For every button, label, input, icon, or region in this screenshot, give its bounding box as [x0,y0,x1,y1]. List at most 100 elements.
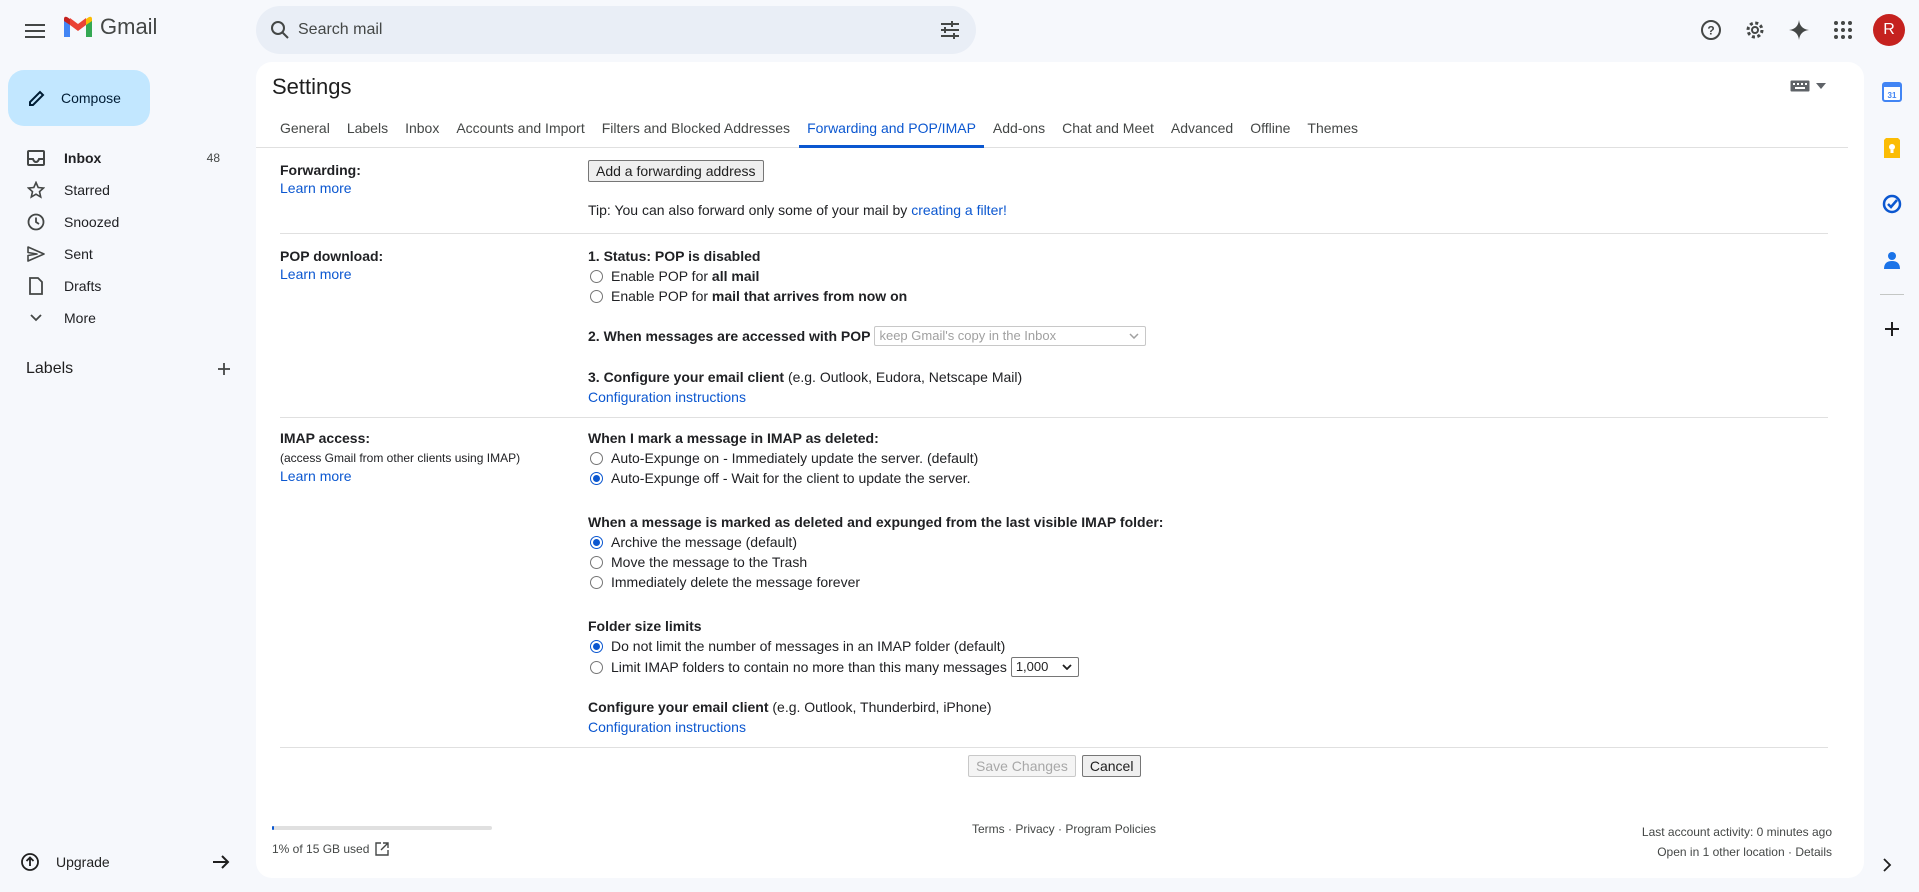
creating-filter-link[interactable]: creating a filter! [911,200,1007,220]
main-menu-icon[interactable] [18,14,52,48]
pop-enable-now-option[interactable]: Enable POP for mail that arrives from no… [588,286,1788,306]
expunge-off-option[interactable]: Auto-Expunge off - Wait for the client t… [588,468,1788,488]
trash-radio[interactable] [590,555,603,569]
support-icon[interactable]: ? [1691,10,1731,50]
expunge-on-radio[interactable] [590,451,603,465]
chevron-down-icon [1062,664,1072,670]
imap-subtitle: (access Gmail from other clients using I… [280,451,521,465]
search-input[interactable] [298,6,898,54]
sidebar-item-sent[interactable]: Sent [0,238,240,270]
imap-config-instructions-link[interactable]: Configuration instructions [588,717,746,737]
privacy-link[interactable]: Privacy [1015,822,1054,836]
pop-access-row: 2. When messages are accessed with POP k… [588,326,1788,346]
tab-labels[interactable]: Labels [339,112,396,148]
top-bar: Gmail ? R [0,0,1919,60]
tab-filters[interactable]: Filters and Blocked Addresses [594,112,798,148]
terms-link[interactable]: Terms [972,822,1005,836]
settings-gear-icon[interactable] [1735,10,1775,50]
contacts-app-icon[interactable] [1870,238,1914,282]
option-label: Auto-Expunge on - Immediately update the… [611,450,979,466]
folder-size-heading: Folder size limits [588,618,702,634]
save-changes-button[interactable]: Save Changes [968,755,1076,777]
pencil-icon [29,90,45,106]
pop-access-select[interactable]: keep Gmail's copy in the Inbox [874,326,1147,346]
tab-forwarding-pop-imap[interactable]: Forwarding and POP/IMAP [799,112,984,148]
sidebar-item-inbox[interactable]: Inbox 48 [0,142,240,174]
tab-chat-and-meet[interactable]: Chat and Meet [1054,112,1162,148]
limit-radio[interactable] [590,660,603,674]
last-activity-text: Last account activity: 0 minutes ago [1641,825,1832,839]
pop-now-radio[interactable] [590,289,603,303]
inbox-count: 48 [206,151,220,165]
chevron-down-icon [26,308,46,328]
footer-separator: · [1054,822,1066,836]
gemini-sparkle-icon[interactable] [1779,10,1819,50]
input-tools-toggle[interactable] [1790,80,1826,92]
tasks-app-icon[interactable] [1870,182,1914,226]
option-label: Limit IMAP folders to contain no more th… [611,659,1007,675]
calendar-app-icon[interactable]: 31 [1870,70,1914,114]
tab-advanced[interactable]: Advanced [1163,112,1241,148]
apps-grid-icon[interactable] [1823,10,1863,50]
add-forwarding-address-button[interactable]: Add a forwarding address [588,160,764,182]
trash-option[interactable]: Move the message to the Trash [588,552,1788,572]
pop-config-instructions-link[interactable]: Configuration instructions [588,387,746,407]
storage-usage: 1% of 15 GB used [272,842,390,856]
archive-option[interactable]: Archive the message (default) [588,532,1788,552]
tab-inbox[interactable]: Inbox [397,112,447,148]
pop-all-radio[interactable] [590,269,603,283]
tab-themes[interactable]: Themes [1299,112,1366,148]
top-right-icons: ? R [1687,10,1919,50]
search-options-icon[interactable] [938,18,962,45]
settings-actions: Save Changes Cancel [968,755,1142,777]
program-policies-link[interactable]: Program Policies [1065,822,1156,836]
get-addons-plus-icon[interactable] [1870,307,1914,351]
imap-learn-more-link[interactable]: Learn more [280,468,352,484]
rail-divider [1880,294,1904,295]
gmail-m-icon [64,16,92,37]
account-avatar[interactable]: R [1873,14,1905,46]
sidebar-item-more[interactable]: More [0,302,240,334]
send-icon [26,244,46,264]
pop-configure-examples: (e.g. Outlook, Eudora, Netscape Mail) [787,369,1023,385]
delete-forever-option[interactable]: Immediately delete the message forever [588,572,1788,592]
gmail-logo[interactable]: Gmail [62,14,157,40]
no-limit-radio[interactable] [590,639,603,653]
forwarding-section: Forwarding: Learn more Add a forwarding … [280,158,1828,234]
sidebar-item-drafts[interactable]: Drafts [0,270,240,302]
settings-panel: Settings General Labels Inbox Accounts a… [256,62,1864,878]
delete-forever-radio[interactable] [590,575,603,589]
details-link[interactable]: Details [1795,845,1832,859]
sidebar-item-snoozed[interactable]: Snoozed [0,206,240,238]
pop-section: POP download: Learn more 1. Status: POP … [280,234,1828,418]
search-icon[interactable] [268,18,292,45]
limit-option[interactable]: Limit IMAP folders to contain no more th… [588,657,1788,677]
option-label: Immediately delete the message forever [611,574,861,590]
tab-addons[interactable]: Add-ons [985,112,1053,148]
labels-header: Labels [26,360,232,378]
expunge-on-option[interactable]: Auto-Expunge on - Immediately update the… [588,448,1788,468]
archive-radio[interactable] [590,535,603,549]
add-label-icon[interactable] [216,361,232,377]
external-link-icon[interactable] [375,842,390,856]
option-label: Enable POP for [611,268,709,284]
upgrade-button[interactable]: Upgrade [20,846,230,878]
limit-select[interactable]: 1,000 [1010,657,1079,677]
cancel-button[interactable]: Cancel [1081,755,1142,777]
no-limit-option[interactable]: Do not limit the number of messages in a… [588,636,1788,656]
hide-side-panel-chevron-icon[interactable] [1882,858,1892,875]
imap-section: IMAP access: (access Gmail from other cl… [280,418,1828,748]
forwarding-learn-more-link[interactable]: Learn more [280,180,352,196]
sidebar-item-starred[interactable]: Starred [0,174,240,206]
tab-offline[interactable]: Offline [1242,112,1298,148]
keep-app-icon[interactable] [1870,126,1914,170]
tab-general[interactable]: General [272,112,338,148]
footer-separator: · [1784,845,1796,859]
tip-text: Tip: You can also forward only some of y… [588,202,908,218]
pop-enable-all-option[interactable]: Enable POP for all mail [588,266,1788,286]
pop-learn-more-link[interactable]: Learn more [280,266,352,282]
expunge-off-radio[interactable] [590,471,603,485]
forwarding-title: Forwarding: [280,162,361,178]
tab-accounts-and-import[interactable]: Accounts and Import [448,112,592,148]
compose-button[interactable]: Compose [8,70,150,126]
